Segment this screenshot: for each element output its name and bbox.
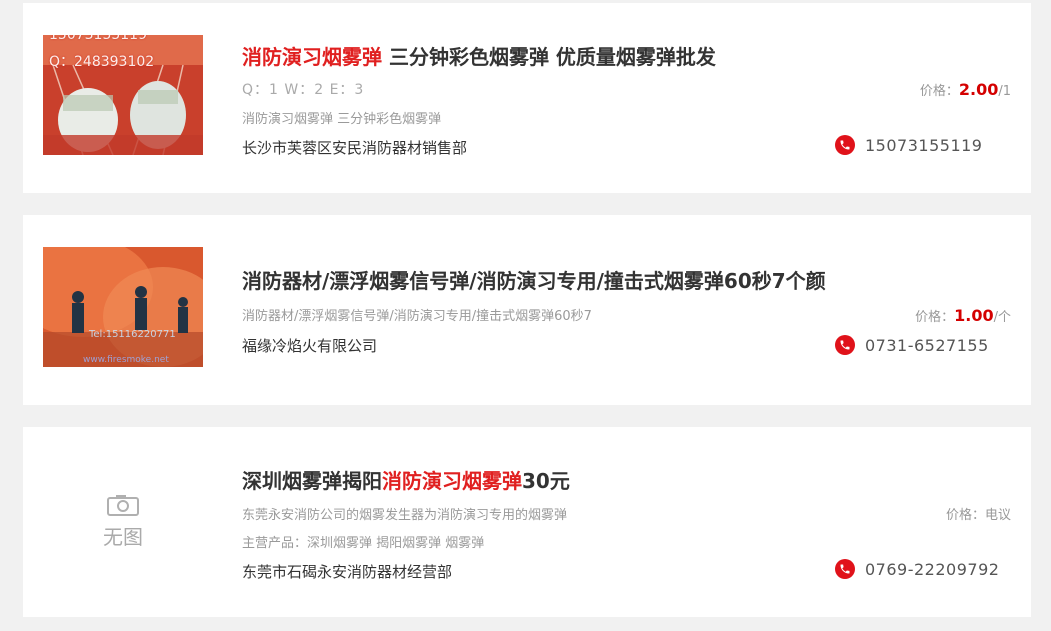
price-unit: /1 <box>998 84 1011 99</box>
company-name[interactable]: 长沙市芙蓉区安民消防器材销售部 <box>242 137 467 158</box>
thumb-watermark: Tel:15116220771 <box>89 329 176 340</box>
phone[interactable]: 15073155119 <box>835 135 982 155</box>
title-highlight: 消防演习烟雾弹 <box>242 45 382 69</box>
main-products: 主营产品：深圳烟雾弹 揭阳烟雾弹 烟雾弹 <box>242 536 485 551</box>
title-highlight: 消防演习烟雾弹 <box>382 469 522 493</box>
phone[interactable]: 0769-22209792 <box>835 559 999 579</box>
thumb-watermark: Q：248393102 <box>49 54 155 70</box>
product-title[interactable]: 深圳烟雾弹揭阳消防演习烟雾弹30元 <box>242 465 570 494</box>
no-image-placeholder[interactable]: 无图 <box>43 459 203 579</box>
price-label: 价格： <box>945 508 985 523</box>
phone-icon <box>835 135 855 155</box>
product-card[interactable]: Tel:15116220771 www.firesmoke.net 消防器材/漂… <box>23 215 1031 405</box>
price-value: 2.00 <box>958 80 999 99</box>
product-desc: 消防器材/漂浮烟雾信号弹/消防演习专用/撞击式烟雾弹60秒7 <box>242 309 592 324</box>
product-card[interactable]: 无图 深圳烟雾弹揭阳消防演习烟雾弹30元 东莞永安消防公司的烟雾发生器为消防演习… <box>23 427 1031 617</box>
product-thumbnail[interactable]: 15073155119 Q：248393102 <box>43 35 203 155</box>
camera-icon <box>107 495 139 516</box>
product-card[interactable]: 15073155119 Q：248393102 消防演习烟雾弹 三分钟彩色烟雾弹… <box>23 3 1031 193</box>
phone-number: 0769-22209792 <box>865 560 1000 579</box>
product-title[interactable]: 消防器材/漂浮烟雾信号弹/消防演习专用/撞击式烟雾弹60秒7个颜 <box>242 265 826 294</box>
title-text: 30元 <box>522 469 570 493</box>
price: 价格：电议 <box>946 504 1011 523</box>
price-unit: /个 <box>993 310 1011 325</box>
contact-line: Q：1 W：2 E：3 <box>242 82 365 98</box>
price-label: 价格： <box>915 310 955 325</box>
product-desc: 消防演习烟雾弹 三分钟彩色烟雾弹 <box>242 112 442 127</box>
phone-number: 15073155119 <box>865 136 983 155</box>
product-thumbnail[interactable]: Tel:15116220771 www.firesmoke.net <box>43 247 203 367</box>
title-text: 三分钟彩色烟雾弹 优质量烟雾弹批发 <box>382 45 716 69</box>
product-title[interactable]: 消防演习烟雾弹 三分钟彩色烟雾弹 优质量烟雾弹批发 <box>242 41 716 70</box>
company-name[interactable]: 东莞市石碣永安消防器材经营部 <box>242 561 452 582</box>
phone-number: 0731-6527155 <box>865 336 989 355</box>
no-image-label: 无图 <box>103 525 143 549</box>
price-negotiable: 电议 <box>984 508 1011 523</box>
thumb-watermark: 15073155119 <box>49 35 147 43</box>
phone[interactable]: 0731-6527155 <box>835 335 989 355</box>
phone-icon <box>835 559 855 579</box>
product-desc: 东莞永安消防公司的烟雾发生器为消防演习专用的烟雾弹 <box>242 508 568 523</box>
title-text: 深圳烟雾弹揭阳 <box>242 469 382 493</box>
price-value: 1.00 <box>954 306 994 325</box>
company-name[interactable]: 福缘冷焰火有限公司 <box>242 335 377 356</box>
price: 价格：2.00/1 <box>920 80 1011 99</box>
title-text: 消防器材/漂浮烟雾信号弹/消防演习专用/撞击式烟雾弹60秒7个颜 <box>242 269 826 293</box>
product-list: 15073155119 Q：248393102 消防演习烟雾弹 三分钟彩色烟雾弹… <box>0 0 1051 631</box>
price: 价格：1.00/个 <box>915 306 1011 325</box>
phone-icon <box>835 335 855 355</box>
price-label: 价格： <box>919 84 959 99</box>
thumb-watermark: www.firesmoke.net <box>83 355 169 365</box>
